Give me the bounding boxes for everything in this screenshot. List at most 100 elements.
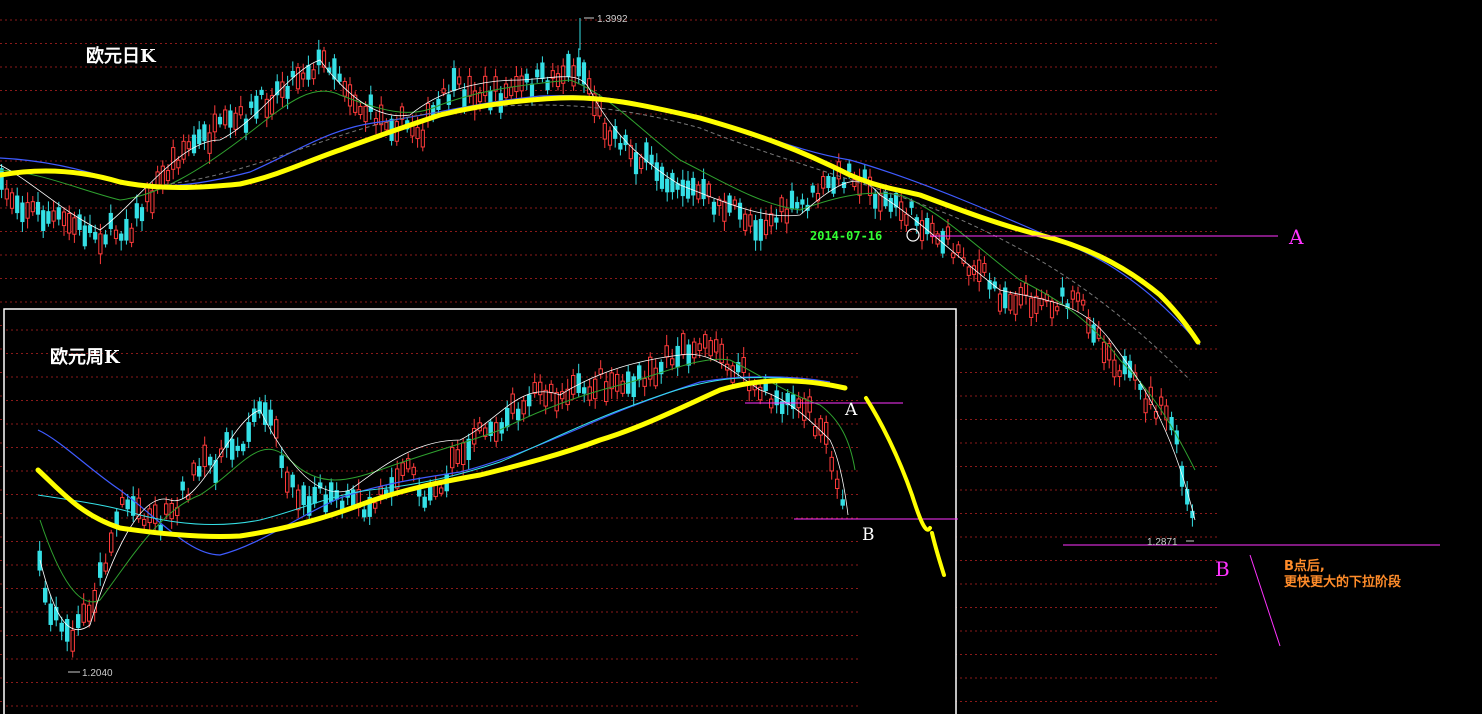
- candle-body: [103, 234, 108, 245]
- candle-body: [241, 443, 246, 452]
- candle-body: [1075, 292, 1081, 302]
- candle-body: [719, 343, 724, 364]
- candle-body: [285, 85, 290, 99]
- candle-body: [43, 587, 48, 603]
- candle-body: [909, 201, 914, 208]
- candle-body: [280, 81, 285, 98]
- candle-body: [252, 408, 257, 423]
- candle-body: [1013, 294, 1018, 315]
- candle-body: [582, 387, 587, 394]
- candle-body: [686, 344, 691, 366]
- candle-body: [400, 462, 405, 476]
- candle-body: [571, 375, 576, 395]
- candle-body: [25, 202, 30, 219]
- candle-body: [615, 373, 620, 392]
- candle-body: [514, 76, 519, 93]
- candle-body: [581, 62, 587, 85]
- candle-body: [701, 179, 706, 200]
- candle-body: [362, 509, 367, 518]
- candle-body: [48, 603, 53, 625]
- candle-body: [847, 163, 852, 173]
- candle-body: [87, 225, 93, 233]
- candle-body: [829, 456, 834, 472]
- candle-body: [279, 455, 284, 469]
- candle-body: [1117, 370, 1122, 378]
- candle-body: [644, 142, 649, 163]
- candle-body: [30, 201, 35, 213]
- candle-body: [706, 183, 711, 198]
- candle-body: [323, 494, 328, 513]
- candle-body: [516, 408, 521, 421]
- candle-body: [59, 622, 64, 632]
- candle-body: [598, 368, 603, 375]
- candle-body: [347, 84, 353, 107]
- candle-body: [703, 334, 708, 349]
- candle-body: [554, 392, 559, 412]
- candle-body: [259, 89, 264, 95]
- candle-body: [620, 380, 625, 394]
- candle-body: [81, 603, 86, 623]
- weekly-point-a: A: [844, 400, 858, 420]
- daily-title: 欧元日K: [86, 45, 157, 67]
- candle-body: [46, 211, 51, 224]
- candle-body: [631, 376, 636, 398]
- daily-date-label: 2014-07-16: [810, 229, 882, 243]
- candle-body: [607, 130, 613, 146]
- candle-body: [285, 471, 290, 493]
- candle-body: [1060, 287, 1065, 297]
- weekly-point-b: B: [862, 525, 875, 545]
- annotation-line2: 更快更大的下拉阶段: [1284, 574, 1401, 590]
- candle-body: [65, 618, 70, 642]
- candle-body: [451, 68, 457, 91]
- candle-body: [395, 468, 400, 489]
- candle-body: [604, 381, 609, 403]
- candle-body: [670, 172, 675, 193]
- candle-body: [982, 263, 987, 273]
- candle-body: [441, 88, 446, 94]
- candle-body: [1101, 341, 1107, 364]
- candle-body: [566, 53, 571, 77]
- candle-body: [997, 293, 1003, 312]
- candle-body: [439, 487, 444, 494]
- candle-body: [290, 70, 295, 78]
- candle-body: [1143, 398, 1148, 414]
- candle-body: [120, 497, 125, 505]
- candle-body: [70, 629, 75, 652]
- candle-body: [373, 118, 379, 125]
- candle-body: [67, 213, 72, 234]
- candle-body: [758, 218, 763, 241]
- candle-body: [191, 134, 197, 154]
- candle-body: [171, 147, 176, 170]
- candle-body: [1159, 396, 1164, 406]
- candle-body: [593, 378, 598, 400]
- candle-body: [637, 365, 642, 381]
- candle-body: [103, 562, 108, 572]
- daily-high-marker: 1.3992: [579, 14, 628, 50]
- candle-body: [134, 203, 139, 219]
- forex-chart: 欧元日K 1.3992 2014-07-16 A 1.2871 B B点后, 更…: [0, 14, 1440, 714]
- candle-body: [1112, 359, 1117, 378]
- candle-body: [41, 210, 46, 231]
- candle-body: [254, 95, 259, 119]
- candle-body: [780, 401, 785, 414]
- candle-body: [613, 126, 618, 139]
- candle-body: [238, 106, 243, 116]
- candle-body: [268, 409, 273, 426]
- candle-body: [98, 233, 103, 255]
- candle-body: [35, 201, 41, 215]
- candle-body: [415, 127, 420, 140]
- candle-body: [466, 438, 471, 461]
- candle-body: [1008, 293, 1013, 311]
- candle-body: [477, 91, 483, 103]
- candle-body: [748, 214, 753, 227]
- candle-body: [176, 159, 181, 169]
- candle-body: [779, 197, 784, 213]
- candle-body: [730, 365, 735, 383]
- candle-body: [139, 207, 145, 222]
- candle-body: [235, 445, 240, 451]
- candle-body: [795, 202, 800, 209]
- candle-body: [274, 419, 279, 439]
- candle-body: [363, 105, 368, 123]
- candle-body: [753, 220, 758, 241]
- candle-body: [824, 421, 829, 445]
